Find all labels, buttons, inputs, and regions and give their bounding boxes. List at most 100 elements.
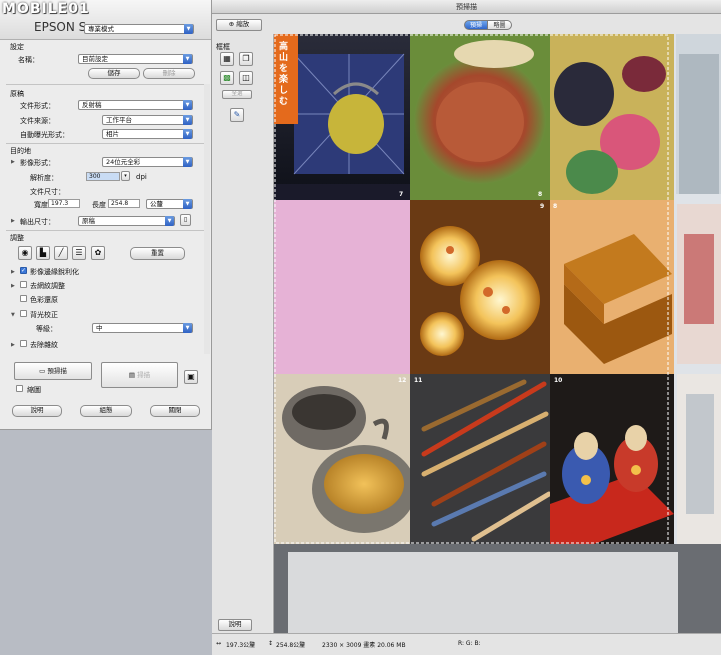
page-number: 12: [398, 377, 407, 384]
image-marquee-icon[interactable]: ▩: [220, 71, 234, 85]
level-value: 中: [96, 324, 103, 332]
scan-button[interactable]: ▤ 掃描: [101, 362, 178, 388]
height-input[interactable]: 254.8: [108, 199, 140, 208]
tab-thumbnail[interactable]: 略圖: [488, 20, 512, 30]
unit-select[interactable]: 公釐 ▼: [146, 199, 193, 209]
auto-exposure-icon[interactable]: ◉: [18, 246, 32, 260]
backlight-label: 背光校正: [30, 311, 58, 319]
disclosure-triangle-icon[interactable]: ▶: [11, 159, 15, 165]
eyedropper-icon[interactable]: ✎: [230, 108, 244, 122]
zoom-icon: ⊕: [228, 20, 235, 28]
image-adjust-icon[interactable]: ☰: [72, 246, 86, 260]
preview-help-button[interactable]: 說明: [218, 619, 252, 631]
article-text-page: [274, 200, 410, 374]
image-type-select[interactable]: 24位元全彩 ▼: [102, 157, 193, 167]
resolution-input[interactable]: 300: [86, 172, 120, 181]
window-titlebar: 預掃描: [212, 0, 721, 14]
app-header: MOBILE01 EPSON Scan 專業模式 ▼: [0, 0, 211, 40]
disclosure-triangle-icon[interactable]: ▼: [11, 312, 15, 318]
divider: [6, 84, 206, 85]
page-number: 7: [399, 191, 404, 198]
photo-dolls: [550, 374, 674, 544]
page-number: 11: [414, 377, 423, 384]
disclosure-triangle-icon[interactable]: ▶: [11, 218, 15, 224]
image-type-value: 24位元全彩: [106, 158, 141, 166]
status-rgb: R: G: B:: [458, 640, 481, 647]
close-button[interactable]: 關閉: [150, 405, 200, 417]
preview-image-area[interactable]: 高山を楽しむ 7 8 9 8 12 11 10: [273, 34, 721, 633]
source-section-label: 原稿: [10, 90, 24, 98]
backlight-checkbox[interactable]: [20, 310, 27, 317]
preview-tabbar: 預掃 略圖: [212, 14, 721, 34]
output-size-select[interactable]: 原稿 ▼: [78, 216, 175, 226]
document-icon[interactable]: ▯: [180, 214, 191, 226]
tone-curve-icon[interactable]: ╱: [54, 246, 68, 260]
unit-value: 公釐: [150, 200, 163, 208]
thumbnail-checkbox[interactable]: [16, 385, 23, 392]
auto-exposure-select[interactable]: 相片 ▼: [102, 129, 193, 139]
page-number: 8: [553, 203, 558, 210]
name-label: 名稱：: [18, 56, 39, 64]
magazine-banner: 高山を楽しむ: [279, 42, 289, 107]
page-number: 8: [538, 191, 543, 198]
disclosure-triangle-icon[interactable]: ▶: [11, 269, 15, 275]
doc-type-select[interactable]: 反射稿 ▼: [78, 100, 193, 110]
status-bar: ↔ 197.3公釐 ↕ 254.8公釐 2330 × 3009 畫素 20.06…: [212, 633, 721, 655]
width-input[interactable]: 197.3: [48, 199, 80, 208]
auto-exposure-value: 相片: [106, 130, 119, 138]
photo-tool-icon[interactable]: ▣: [184, 370, 198, 384]
color-restore-checkbox[interactable]: [20, 295, 27, 302]
reset-button[interactable]: 重置: [130, 247, 185, 260]
panel-scrollbar[interactable]: [204, 84, 210, 354]
photo-tea-bowls: [274, 374, 416, 544]
histogram-icon[interactable]: ▙: [36, 246, 50, 260]
color-palette-icon[interactable]: ✿: [91, 246, 105, 260]
image-type-label: 影像形式：: [20, 159, 55, 167]
adjust-section-label: 調整: [10, 234, 24, 242]
doc-source-select[interactable]: 工作平台 ▼: [102, 115, 193, 125]
scanned-magazine-image: [274, 34, 721, 633]
resolution-stepper-icon[interactable]: ▾: [121, 171, 130, 181]
page-number: 9: [540, 203, 545, 210]
marquee-icon[interactable]: ▦: [220, 52, 234, 66]
chevron-down-icon: ▼: [183, 157, 192, 167]
chevron-down-icon: ▼: [183, 100, 192, 110]
resolution-unit: dpi: [136, 173, 147, 181]
width-label: 寬度: [34, 201, 48, 209]
zoom-button-label: 縮放: [236, 20, 250, 28]
destination-section-label: 目的地: [10, 147, 31, 155]
level-select[interactable]: 中 ▼: [92, 323, 193, 333]
photo-pouches: [550, 34, 674, 200]
dust-removal-checkbox[interactable]: [20, 340, 27, 347]
duplicate-marquee-icon[interactable]: ❐: [239, 52, 253, 66]
status-pixels: 2330 × 3009 畫素 20.06 MB: [322, 642, 406, 649]
chevron-down-icon: ▼: [183, 323, 192, 333]
delete-marquee-icon[interactable]: ◫: [239, 71, 253, 85]
select-all-button[interactable]: 全選: [222, 90, 252, 99]
preview-button[interactable]: ▭ 預掃描: [14, 362, 92, 380]
descreen-checkbox[interactable]: [20, 281, 27, 288]
status-width: 197.3公釐: [226, 642, 256, 649]
settings-section-label: 設定: [10, 43, 24, 51]
save-button[interactable]: 儲存: [88, 68, 140, 79]
tab-preview[interactable]: 預掃: [464, 20, 488, 30]
auto-exposure-label: 自動曝光形式：: [20, 131, 69, 139]
zoom-button[interactable]: ⊕ 縮放: [216, 19, 262, 31]
help-button[interactable]: 說明: [12, 405, 62, 417]
divider: [6, 230, 206, 231]
disclosure-triangle-icon[interactable]: ▶: [11, 342, 15, 348]
disclosure-triangle-icon[interactable]: ▶: [11, 283, 15, 289]
chevron-down-icon: ▼: [183, 54, 192, 64]
chevron-down-icon: ▼: [183, 115, 192, 125]
color-restore-label: 色彩還原: [30, 296, 58, 304]
settings-name-select[interactable]: 目前設定 ▼: [78, 54, 193, 64]
delete-button[interactable]: 刪除: [143, 68, 195, 79]
unsharp-checkbox[interactable]: ✓: [20, 267, 27, 274]
chevron-down-icon: ▼: [184, 24, 193, 34]
output-size-label: 輸出尺寸：: [20, 218, 55, 226]
doc-type-label: 文件形式：: [20, 102, 55, 110]
photo-lacquer-box: [550, 200, 674, 374]
window-title: 預掃描: [456, 3, 477, 11]
mode-select[interactable]: 專業模式 ▼: [84, 24, 194, 34]
configuration-button[interactable]: 組態: [80, 405, 132, 417]
